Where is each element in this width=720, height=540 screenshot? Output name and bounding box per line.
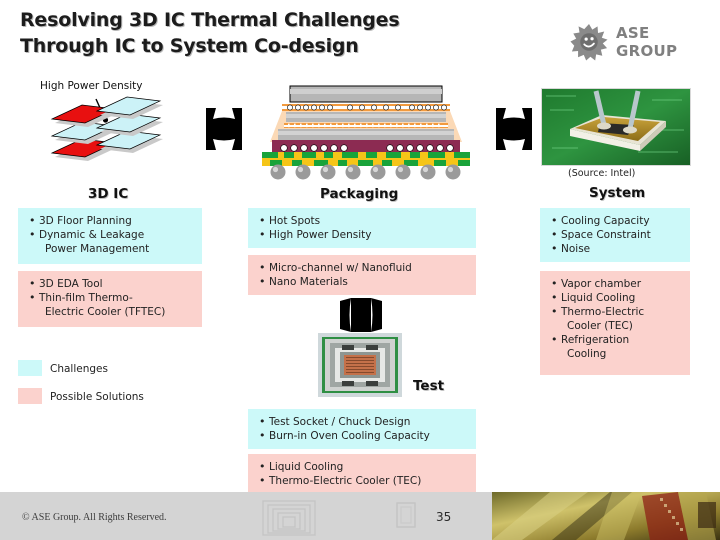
packaging-solutions-box: Micro-channel w/ Nanofluid Nano Material… bbox=[248, 255, 476, 295]
packaging-challenges-list: Hot Spots High Power Density bbox=[258, 214, 468, 242]
list-item: Refrigeration bbox=[550, 333, 682, 347]
title-line-1: Resolving 3D IC Thermal Challenges bbox=[20, 9, 400, 31]
ic-challenges-box: 3D Floor Planning Dynamic & Leakage Powe… bbox=[18, 208, 202, 264]
ic-challenges-list: 3D Floor Planning Dynamic & Leakage Powe… bbox=[28, 214, 194, 256]
list-item: Electric Cooler (TFTEC) bbox=[45, 306, 166, 318]
list-item: Cooling bbox=[567, 348, 607, 360]
list-item: 3D EDA Tool bbox=[28, 277, 194, 291]
footer-frame-decoration-icon bbox=[396, 502, 416, 528]
legend-label-challenges: Challenges bbox=[50, 363, 108, 375]
list-item: Vapor chamber bbox=[550, 277, 682, 291]
footer-circuit-photo bbox=[492, 492, 720, 540]
page-number: 35 bbox=[436, 510, 452, 524]
list-item: Cooler (TEC) bbox=[567, 320, 633, 332]
list-item: 3D Floor Planning bbox=[28, 214, 194, 228]
list-item: Thin-film Thermo- bbox=[28, 291, 194, 305]
system-photo-source: (Source: Intel) bbox=[568, 168, 636, 179]
packaging-challenges-box: Hot Spots High Power Density bbox=[248, 208, 476, 248]
footer-copyright: © ASE Group. All Rights Reserved. bbox=[22, 512, 167, 523]
3d-ic-stack-diagram bbox=[50, 96, 163, 161]
packaging-cross-section-diagram bbox=[262, 85, 470, 180]
list-item: Hot Spots bbox=[258, 214, 468, 228]
list-item: Micro-channel w/ Nanofluid bbox=[258, 261, 468, 275]
test-socket-image bbox=[322, 337, 398, 393]
list-item: Test Socket / Chuck Design bbox=[258, 415, 468, 429]
list-item: Nano Materials bbox=[258, 275, 468, 289]
test-solutions-box: Liquid Cooling Thermo-Electric Cooler (T… bbox=[248, 454, 476, 494]
system-challenges-box: Cooling Capacity Space Constraint Noise bbox=[540, 208, 690, 262]
list-item: Liquid Cooling bbox=[550, 291, 682, 305]
packaging-solutions-list: Micro-channel w/ Nanofluid Nano Material… bbox=[258, 261, 468, 289]
arrow-ic-to-packaging-icon bbox=[206, 108, 242, 150]
page-title: Resolving 3D IC Thermal Challenges Throu… bbox=[20, 8, 540, 59]
caption-3d-ic: 3D IC bbox=[88, 186, 129, 202]
test-socket-photo bbox=[318, 333, 402, 397]
logo-text: ASE GROUP bbox=[616, 24, 678, 60]
list-item: Power Management bbox=[45, 243, 150, 255]
list-item: High Power Density bbox=[258, 228, 468, 242]
test-challenges-box: Test Socket / Chuck Design Burn-in Oven … bbox=[248, 409, 476, 449]
high-power-density-annotation: High Power Density bbox=[40, 80, 143, 92]
list-item: Thermo-Electric bbox=[550, 305, 682, 319]
caption-test: Test bbox=[413, 378, 445, 394]
system-solutions-box: Vapor chamber Liquid Cooling Thermo-Elec… bbox=[540, 271, 690, 375]
ase-group-logo: ASE GROUP bbox=[570, 20, 710, 64]
caption-system: System bbox=[589, 185, 646, 201]
legend-swatch-challenges bbox=[18, 360, 42, 376]
test-solutions-list: Liquid Cooling Thermo-Electric Cooler (T… bbox=[258, 460, 468, 488]
slide-canvas: Resolving 3D IC Thermal Challenges Throu… bbox=[0, 0, 720, 540]
arrow-packaging-to-test-icon bbox=[340, 298, 382, 332]
list-item: Space Constraint bbox=[550, 228, 682, 242]
title-line-2: Through IC to System Co-design bbox=[20, 34, 359, 57]
system-challenges-list: Cooling Capacity Space Constraint Noise bbox=[550, 214, 682, 256]
list-item: Dynamic & Leakage bbox=[28, 228, 194, 242]
ic-solutions-list: 3D EDA Tool Thin-film Thermo- Electric C… bbox=[28, 277, 194, 319]
caption-packaging: Packaging bbox=[320, 186, 399, 202]
legend-swatch-solutions bbox=[18, 388, 42, 404]
legend-label-solutions: Possible Solutions bbox=[50, 391, 144, 403]
system-heatsink-photo bbox=[541, 88, 691, 166]
list-item: Cooling Capacity bbox=[550, 214, 682, 228]
footer-spiral-decoration-icon bbox=[262, 500, 316, 536]
list-item: Burn-in Oven Cooling Capacity bbox=[258, 429, 468, 443]
ic-solutions-box: 3D EDA Tool Thin-film Thermo- Electric C… bbox=[18, 271, 202, 327]
test-challenges-list: Test Socket / Chuck Design Burn-in Oven … bbox=[258, 415, 468, 443]
system-solutions-list: Vapor chamber Liquid Cooling Thermo-Elec… bbox=[550, 277, 682, 361]
list-item: Thermo-Electric Cooler (TEC) bbox=[258, 474, 468, 488]
ase-sun-smiley-icon bbox=[570, 23, 608, 61]
arrow-packaging-to-system-icon bbox=[496, 108, 532, 150]
list-item: Noise bbox=[550, 242, 682, 256]
list-item: Liquid Cooling bbox=[258, 460, 468, 474]
